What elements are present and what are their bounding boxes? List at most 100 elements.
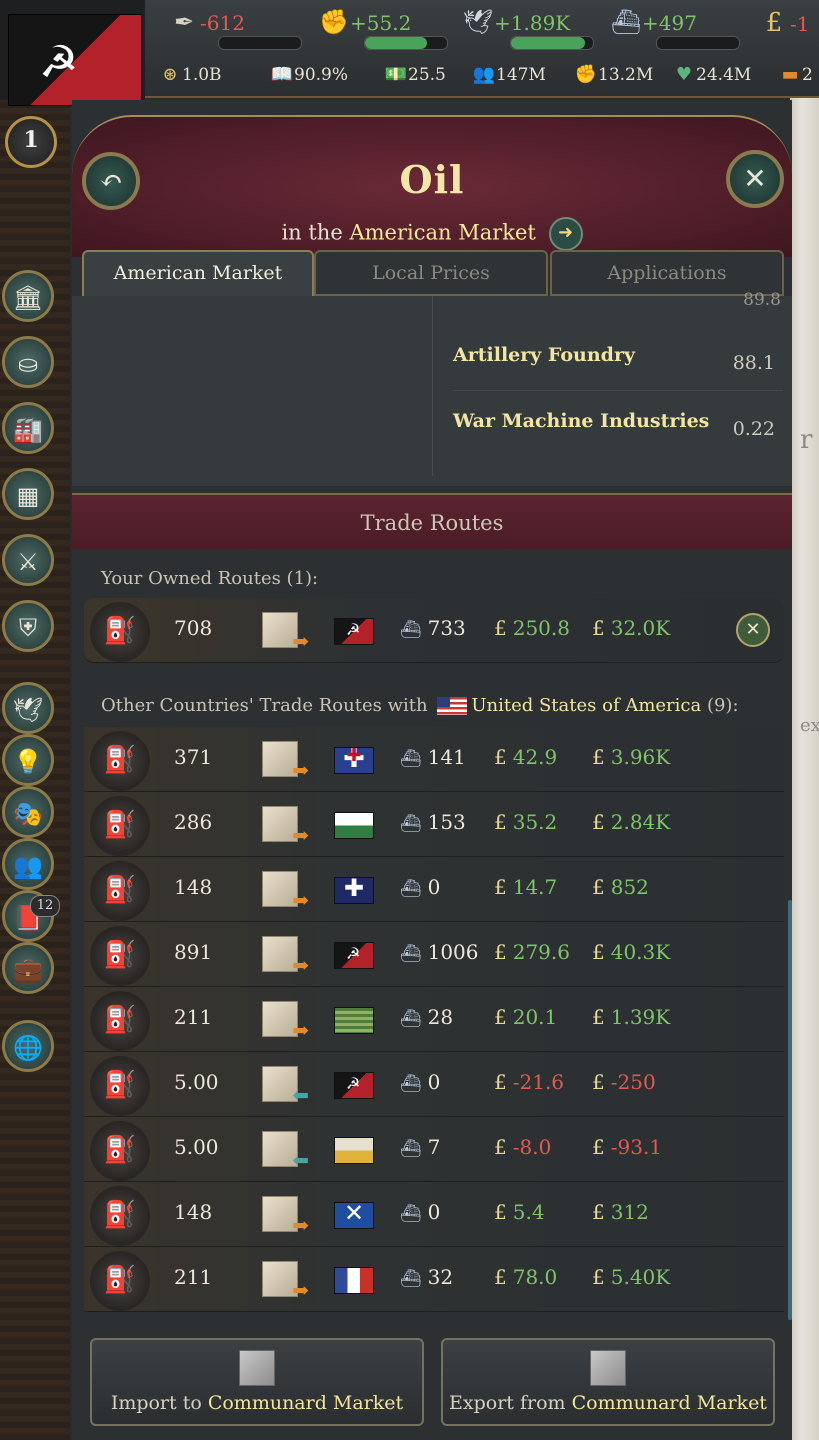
convoy-count: ⛴ 153: [400, 810, 466, 834]
briefcase-icon[interactable]: 💼: [2, 942, 54, 994]
country-flag-box[interactable]: ☭: [0, 0, 145, 106]
route-trade-value: £ -21.6: [494, 1070, 565, 1094]
stat-loyalists[interactable]: ♥ 24.4M: [672, 64, 751, 85]
building-row[interactable]: Artillery Foundry 88.1: [453, 332, 783, 391]
route-trade-value: £20.1: [494, 1005, 558, 1029]
ship-icon: ⛴: [400, 1139, 422, 1159]
stat-convoys[interactable]: ⛴+497: [610, 8, 697, 36]
stat-authority[interactable]: ✒ -612: [168, 8, 245, 36]
ship-icon: ⛴: [400, 620, 422, 640]
owned-routes-label: Your Owned Routes (1):: [101, 568, 319, 589]
government-icon[interactable]: 🏛: [2, 270, 54, 322]
market-crate-icon[interactable]: ▦: [2, 468, 54, 520]
globe-icon[interactable]: 🌐: [2, 1020, 54, 1072]
coat-of-arms-icon[interactable]: ⛨: [2, 600, 54, 652]
owned-route-row[interactable]: ⛽ 708 ➡ ☭ ⛴ 733 £250.8 £32.0K ✕: [84, 598, 784, 663]
map-background[interactable]: r ex: [790, 95, 819, 1440]
back-button[interactable]: ↶: [82, 152, 140, 210]
tab-local-prices[interactable]: Local Prices: [314, 250, 548, 296]
goods-title: Oil: [399, 157, 465, 202]
export-crate-icon: ➡: [262, 612, 309, 653]
pound-icon: £: [592, 810, 605, 834]
trade-route-row[interactable]: ⛽ 891 ➡ ☭ ⛴ 1006 £279.6 £40.3K: [84, 922, 784, 987]
population-icon[interactable]: 👥: [2, 838, 54, 890]
country-flag-icon[interactable]: [334, 1267, 374, 1294]
route-level: 708: [174, 616, 213, 640]
stat-budget[interactable]: £ -1: [758, 8, 810, 38]
trade-route-row[interactable]: ⛽ 148 ➡ ✕ ⛴ 0 £5.4 £312: [84, 1182, 784, 1247]
close-button[interactable]: ✕: [726, 150, 784, 208]
go-to-market-arrow-icon[interactable]: ➜: [548, 217, 583, 251]
country-flag-icon[interactable]: ✚ ✚: [334, 744, 374, 774]
route-level: 148: [174, 875, 213, 899]
country-flag-icon[interactable]: ✚: [334, 874, 374, 904]
oil-barrel-icon: ⛽: [90, 1121, 150, 1181]
fist-icon: ✊: [319, 8, 349, 36]
route-level: 211: [174, 1265, 213, 1289]
trade-route-row[interactable]: ⛽ 5.00 ⬅ ⛴ 7 £ -8.0 £ -93.1: [84, 1117, 784, 1182]
route-revenue: £ -250: [592, 1070, 656, 1094]
building-row[interactable]: War Machine Industries 0.22: [453, 398, 783, 456]
cancel-route-button[interactable]: ✕: [736, 613, 770, 647]
stat-diplomacy[interactable]: 🕊+1.89K: [462, 8, 570, 36]
oil-barrel-icon: ⛽: [90, 1251, 150, 1311]
culture-masks-icon[interactable]: 🎭: [2, 786, 54, 838]
trade-route-row[interactable]: ⛽ 148 ➡ ✚ ⛴ 0 £14.7 £852: [84, 857, 784, 922]
top-bar: ☭ ✒ -612 ✊+55.2 🕊+1.89K ⛴+497 £ -1 ⊛ 1.0B 📖…: [0, 0, 819, 106]
stat-sol[interactable]: 💵25.5: [384, 64, 446, 85]
country-flag-icon[interactable]: ☭: [334, 942, 374, 969]
country-flag[interactable]: ☭: [8, 14, 142, 106]
stat-workforce[interactable]: ✊13.2M: [574, 64, 653, 85]
trade-route-row[interactable]: ⛽ 211 ➡ ⛴ 28 £20.1 £1.39K: [84, 987, 784, 1052]
budget-coins-icon[interactable]: ⛀: [2, 336, 54, 388]
route-revenue: £40.3K: [592, 940, 671, 964]
stat-population[interactable]: 👥147M: [472, 64, 546, 85]
pound-icon: £: [494, 1070, 507, 1094]
country-flag-icon[interactable]: [334, 1137, 374, 1164]
country-flag-icon[interactable]: [334, 812, 374, 839]
market-link[interactable]: American Market: [349, 221, 535, 245]
country-flag-icon[interactable]: ☭: [334, 618, 374, 645]
military-swords-icon[interactable]: ⚔: [2, 534, 54, 586]
diplomacy-dove-icon[interactable]: 🕊: [2, 682, 54, 734]
panel-header: Oil in the American Market ➜: [72, 115, 792, 257]
raised-fist-icon: ✊: [574, 64, 598, 85]
trade-route-row[interactable]: ⛽ 286 ➡ ⛴ 153 £35.2 £2.84K: [84, 792, 784, 857]
import-crate-icon: ⬅: [262, 1131, 309, 1172]
route-trade-value: £14.7: [494, 875, 558, 899]
oil-barrel-icon: ⛽: [90, 1056, 150, 1116]
pound-icon: £: [765, 8, 783, 38]
ship-icon: ⛴: [400, 749, 422, 769]
pound-icon: £: [494, 616, 507, 640]
country-flag-icon[interactable]: ✕: [334, 1199, 374, 1229]
technology-lightbulb-icon[interactable]: 💡: [2, 734, 54, 786]
pound-icon: £: [592, 616, 605, 640]
scrollbar[interactable]: [788, 900, 792, 1320]
journal-count-badge: 12: [30, 895, 60, 917]
country-flag-icon[interactable]: [334, 1007, 374, 1034]
tab-american-market[interactable]: American Market: [82, 250, 314, 296]
trade-route-row[interactable]: ⛽ 371 ➡ ✚ ✚ ⛴ 141 £42.9 £3.96K: [84, 727, 784, 792]
rank-badge[interactable]: 1: [5, 116, 57, 168]
import-button[interactable]: Import to Communard Market: [90, 1338, 424, 1426]
ship-icon: ⛴: [400, 944, 422, 964]
route-level: 371: [174, 745, 213, 769]
stat-literacy[interactable]: 📖90.9%: [270, 64, 348, 85]
route-trade-value: £35.2: [494, 810, 558, 834]
stat-other[interactable]: ▬ 2: [778, 64, 812, 85]
country-flag-icon[interactable]: ☭: [334, 1072, 374, 1099]
pound-icon: £: [592, 1135, 605, 1159]
export-button[interactable]: Export from Communard Market: [441, 1338, 775, 1426]
convoy-count: ⛴ 0: [400, 1200, 441, 1224]
trade-route-row[interactable]: ⛽ 5.00 ⬅ ☭ ⛴ 0 £ -21.6 £ -250: [84, 1052, 784, 1117]
factory-icon[interactable]: 🏭: [2, 402, 54, 454]
ship-icon: ⛴: [400, 814, 422, 834]
stat-influence[interactable]: ✊+55.2: [318, 8, 411, 36]
route-trade-value: £42.9: [494, 745, 558, 769]
close-icon: ✕: [743, 162, 767, 195]
buildings-list: 89.8 Artillery Foundry 88.1 War Machine …: [72, 290, 792, 486]
stat-gdp[interactable]: ⊛ 1.0B: [158, 64, 221, 85]
convoy-count: ⛴ 0: [400, 1070, 441, 1094]
trade-route-row[interactable]: ⛽ 211 ➡ ⛴ 32 £78.0 £5.40K: [84, 1247, 784, 1312]
pound-icon: £: [592, 875, 605, 899]
